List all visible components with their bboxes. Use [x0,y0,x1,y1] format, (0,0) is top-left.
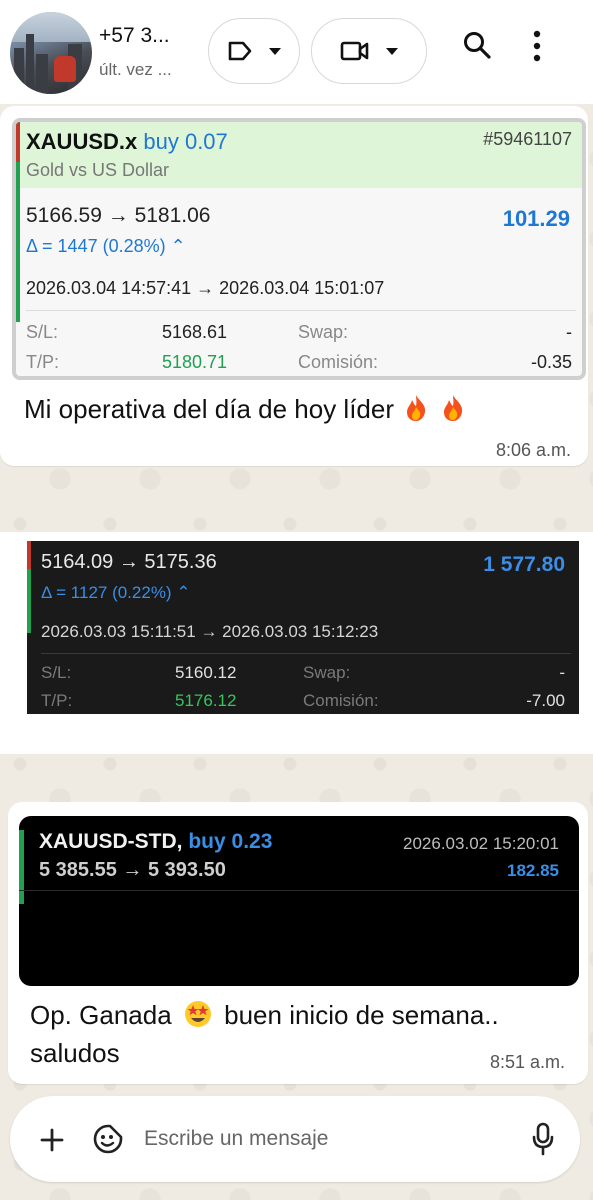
swap-label: Swap: [303,663,351,682]
trade-profit: 1 577.80 [483,553,565,576]
video-call-button[interactable] [311,18,427,84]
tp-label: T/P: [26,352,60,372]
message-input[interactable]: Escribe un mensaje [144,1127,328,1151]
trade-side: buy 0.23 [188,830,273,853]
message-text-content: Op. Ganada [30,1000,172,1030]
fire-emoji-icon [444,395,463,421]
mic-icon[interactable] [532,1122,554,1156]
trade-card-image[interactable]: XAUUSD.x buy 0.07 #59461107 Gold vs US D… [12,118,586,380]
sticker-icon[interactable] [92,1123,124,1155]
trade-profit: 101.29 [502,206,570,231]
search-icon[interactable] [462,30,492,60]
message-composer[interactable]: Escribe un mensaje [10,1096,580,1182]
commission-value: -0.35 [530,352,572,372]
commission-value: -7.00 [526,691,565,710]
trade-title: XAUUSD.x buy 0.07 [26,129,228,155]
message-text: Op. Ganada buen inicio de semana.. salud… [30,996,499,1072]
tp-value: 5180.71 [162,352,228,372]
message-text-content: Mi operativa del día de hoy líder [24,394,394,424]
contact-name[interactable]: +57 3... [99,24,170,48]
plus-icon[interactable] [40,1128,64,1152]
fire-emoji-icon [407,395,426,421]
trade-prices: 5166.59 → 5181.06 [26,204,211,227]
swap-value: - [559,663,565,682]
tp-label: T/P: [41,691,73,710]
trade-symbol: XAUUSD-STD, [39,830,183,853]
message-text-content: saludos [30,1038,120,1068]
label-button[interactable] [208,18,300,84]
contact-avatar[interactable] [10,12,92,94]
message-time: 8:51 a.m. [489,1052,565,1072]
trade-times: 2026.03.03 15:11:51 → 2026.03.03 15:12:2… [41,622,379,641]
video-call-icon [340,41,369,61]
contact-status: últ. vez ... [99,60,172,79]
tp-value: 5176.12 [175,691,237,710]
swap-value: - [566,322,572,342]
chevron-down-icon [386,47,398,55]
star-struck-emoji-icon [184,1001,211,1027]
sl-label: S/L: [26,322,59,342]
commission-label: Comisión: [303,691,379,710]
message-text-content: buen inicio de semana.. [224,1000,499,1030]
trade-title: XAUUSD-STD, buy 0.23 [39,830,272,854]
trade-delta: Δ = 1127 (0.22%) ⌃ [41,583,191,602]
trade-ticket: #59461107 [483,129,572,149]
trade-card-image[interactable]: XAUUSD-STD, buy 0.23 2026.03.02 15:20:01… [19,816,579,986]
message-text: Mi operativa del día de hoy líder [24,390,468,428]
chevron-down-icon [269,47,281,55]
trade-delta: Δ = 1447 (0.28%) ⌃ [26,236,186,256]
trade-times: 2026.03.04 14:57:41 → 2026.03.04 15:01:0… [26,278,385,298]
more-icon[interactable] [532,30,542,62]
sl-value: 5168.61 [162,322,228,342]
sl-value: 5160.12 [175,663,237,682]
sl-label: S/L: [41,663,72,682]
trade-profit: 182.85 [507,861,559,880]
trade-side: buy 0.07 [143,129,228,154]
trade-description: Gold vs US Dollar [26,160,170,180]
trade-prices: 5 385.55 → 5 393.50 [39,859,226,881]
swap-label: Swap: [298,322,349,342]
chat-header: +57 3... últ. vez ... [0,0,593,104]
commission-label: Comisión: [298,352,379,372]
trade-symbol: XAUUSD.x [26,129,138,154]
trade-date: 2026.03.02 15:20:01 [403,834,559,853]
trade-card-image[interactable]: 5164.09 → 5175.36 1 577.80 Δ = 1127 (0.2… [27,541,579,714]
message-time: 8:06 a.m. [495,440,571,460]
trade-prices: 5164.09 → 5175.36 [41,551,217,573]
label-icon [228,41,252,61]
